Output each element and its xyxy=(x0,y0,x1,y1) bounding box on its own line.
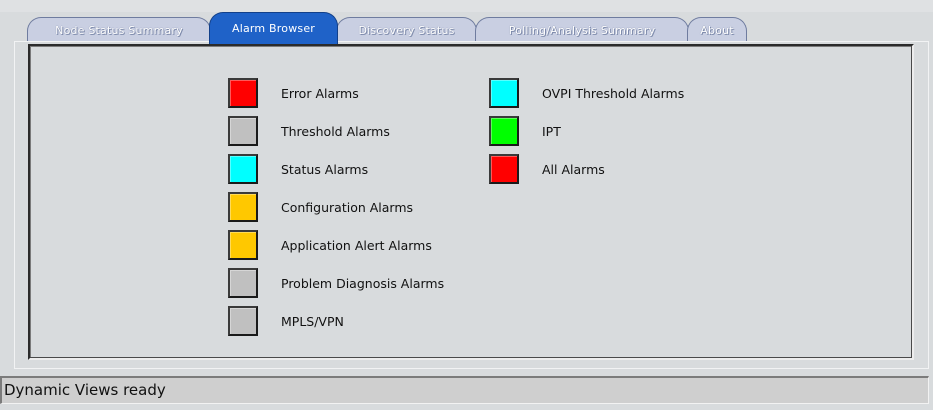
error-alarms-swatch[interactable] xyxy=(228,78,258,108)
tab-discovery-status[interactable]: Discovery Status xyxy=(336,17,477,43)
alarm-item-problem-diagnosis[interactable]: Problem Diagnosis Alarms xyxy=(228,264,444,302)
alarm-item-status[interactable]: Status Alarms xyxy=(228,150,444,188)
alarm-label: Error Alarms xyxy=(281,85,359,101)
alarm-label: Threshold Alarms xyxy=(281,123,390,139)
alarm-item-application-alert[interactable]: Application Alert Alarms xyxy=(228,226,444,264)
status-text: Dynamic Views ready xyxy=(4,381,166,399)
tab-node-status-summary[interactable]: Node Status Summary xyxy=(27,17,211,43)
tab-about[interactable]: About xyxy=(687,17,747,43)
alarm-item-error[interactable]: Error Alarms xyxy=(228,74,444,112)
problem-diagnosis-alarms-swatch[interactable] xyxy=(228,268,258,298)
alarm-browser-panel: Error Alarms Threshold Alarms Status Ala… xyxy=(14,41,929,369)
alarm-item-ovpi-threshold[interactable]: OVPI Threshold Alarms xyxy=(489,74,684,112)
alarm-label: IPT xyxy=(542,123,561,139)
threshold-alarms-swatch[interactable] xyxy=(228,116,258,146)
tab-bar: Node Status Summary Alarm Browser Discov… xyxy=(27,12,747,44)
alarm-label: MPLS/VPN xyxy=(281,313,344,329)
alarm-item-ipt[interactable]: IPT xyxy=(489,112,684,150)
mpls-vpn-swatch[interactable] xyxy=(228,306,258,336)
ipt-swatch[interactable] xyxy=(489,116,519,146)
alarm-item-all[interactable]: All Alarms xyxy=(489,150,684,188)
alarm-browser-content: Error Alarms Threshold Alarms Status Ala… xyxy=(28,44,914,360)
status-alarms-swatch[interactable] xyxy=(228,154,258,184)
alarm-label: Problem Diagnosis Alarms xyxy=(281,275,445,291)
application-alert-alarms-swatch[interactable] xyxy=(228,230,258,260)
tab-alarm-browser[interactable]: Alarm Browser xyxy=(209,12,338,44)
alarm-label: Application Alert Alarms xyxy=(281,237,432,253)
window-top-strip xyxy=(0,0,933,12)
alarm-label: Status Alarms xyxy=(281,161,369,177)
ovpi-threshold-alarms-swatch[interactable] xyxy=(489,78,519,108)
alarm-list-left: Error Alarms Threshold Alarms Status Ala… xyxy=(228,74,444,340)
all-alarms-swatch[interactable] xyxy=(489,154,519,184)
tab-polling-analysis-summary[interactable]: Polling/Analysis Summary xyxy=(475,17,689,43)
alarm-label: OVPI Threshold Alarms xyxy=(542,85,685,101)
alarm-label: Configuration Alarms xyxy=(281,199,414,215)
alarm-item-configuration[interactable]: Configuration Alarms xyxy=(228,188,444,226)
alarm-list-right: OVPI Threshold Alarms IPT All Alarms xyxy=(489,74,684,188)
alarm-label: All Alarms xyxy=(542,161,605,177)
alarm-item-mpls-vpn[interactable]: MPLS/VPN xyxy=(228,302,444,340)
alarm-item-threshold[interactable]: Threshold Alarms xyxy=(228,112,444,150)
status-bar: Dynamic Views ready xyxy=(0,376,929,404)
configuration-alarms-swatch[interactable] xyxy=(228,192,258,222)
